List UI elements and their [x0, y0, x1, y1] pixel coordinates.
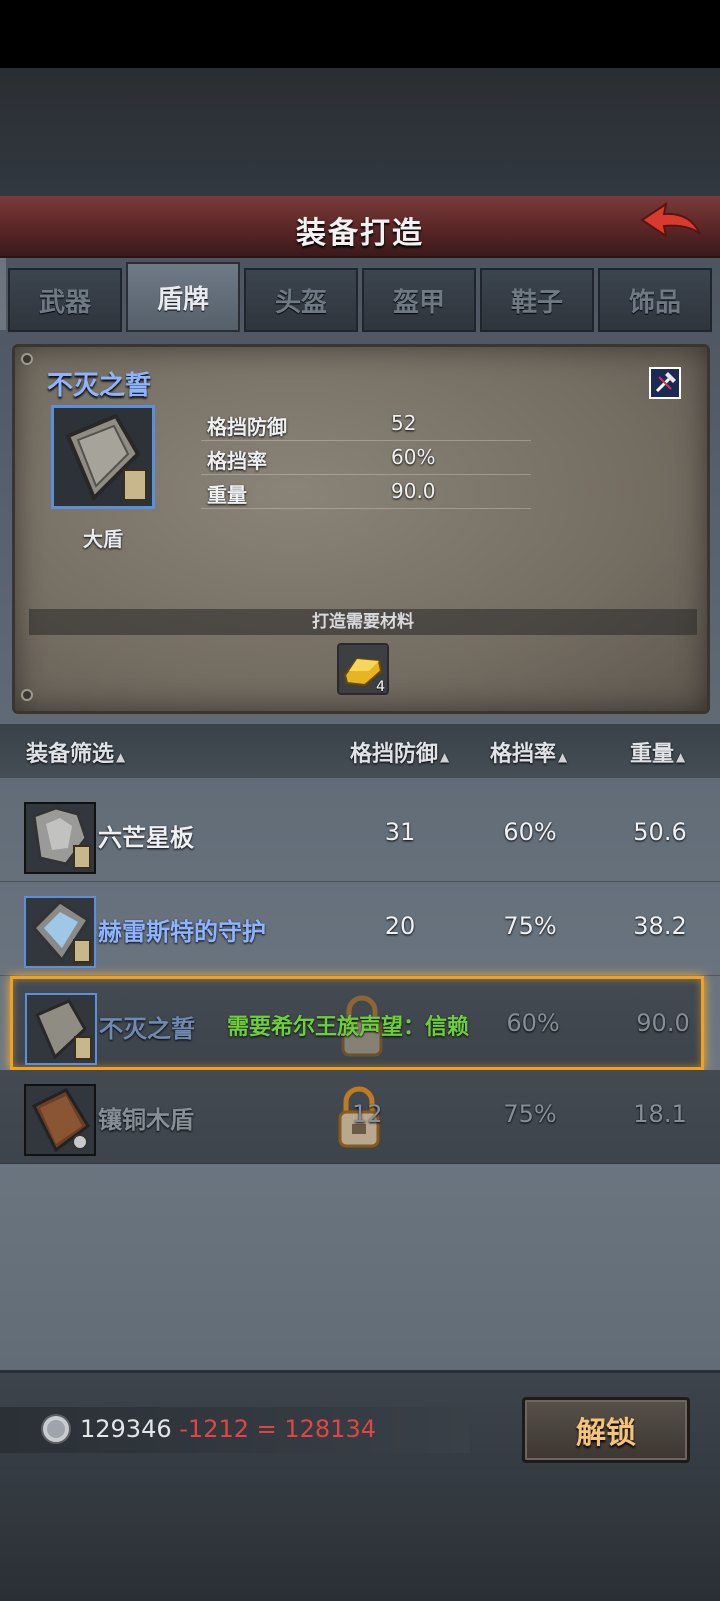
- silver-coin-icon: [41, 1414, 71, 1444]
- list-item-selected[interactable]: 不灭之誓 需要希尔王族声望：信赖 60% 90.0: [10, 976, 704, 1070]
- stat-label: 格挡防御: [207, 415, 287, 439]
- item-block-def: 12: [352, 1100, 383, 1128]
- stat-label: 重量: [207, 483, 247, 507]
- stat-label: 格挡率: [207, 449, 267, 473]
- sort-block-def[interactable]: 格挡防御 ▲: [350, 736, 449, 768]
- currency-cost: -1212 = 128134: [179, 1415, 376, 1443]
- item-weight: 50.6: [633, 818, 687, 846]
- back-arrow-icon[interactable]: [638, 198, 704, 250]
- stat-value: 90.0: [391, 479, 436, 503]
- tab-accessory[interactable]: 饰品: [598, 268, 712, 332]
- materials-header: 打造需要材料: [29, 609, 697, 635]
- item-block-def: 31: [384, 818, 416, 846]
- item-weight: 18.1: [633, 1100, 687, 1128]
- stat-value: 52: [391, 411, 417, 435]
- list-item[interactable]: 六芒星板 31 60% 50.6: [0, 788, 720, 882]
- item-block-rate: 75%: [503, 1100, 557, 1128]
- shield-icon: [24, 896, 96, 968]
- bottom-backdrop: [0, 1470, 720, 1601]
- item-name: 赫雷斯特的守护: [98, 918, 266, 946]
- item-block-def: 20: [384, 912, 416, 940]
- rivet: [21, 689, 33, 701]
- item-type-label: 大盾: [83, 527, 123, 551]
- stat-row-block-def: 格挡防御 52: [201, 407, 531, 441]
- stat-row-weight: 重量 90.0: [201, 475, 531, 509]
- shield-icon: [51, 405, 155, 509]
- item-weight: 38.2: [633, 912, 687, 940]
- currency-current: 129346: [80, 1415, 172, 1443]
- page-title: 装备打造: [296, 216, 424, 251]
- item-name: 六芒星板: [98, 824, 194, 852]
- bottom-bar: 129346 -1212 = 128134 解锁: [0, 1370, 720, 1470]
- currency-text: 129346 -1212 = 128134: [80, 1415, 376, 1443]
- stat-value: 60%: [391, 445, 436, 469]
- category-tabs: 武器 盾牌 头盔 盔甲 鞋子 饰品: [8, 262, 712, 332]
- header-bar: 装备打造: [0, 196, 720, 258]
- item-title: 不灭之誓: [47, 371, 152, 401]
- sort-weight[interactable]: 重量 ▲: [630, 736, 685, 768]
- item-block-rate: 75%: [503, 912, 557, 940]
- currency-bar: 129346 -1212 = 128134: [0, 1407, 470, 1453]
- tab-armor[interactable]: 盔甲: [362, 268, 476, 332]
- detail-card: 不灭之誓 大盾 格挡防御 52 格挡率 60% 重量 90.0 打造需要材料 4: [12, 344, 710, 714]
- list-item[interactable]: 赫雷斯特的守护 20 75% 38.2: [0, 882, 720, 976]
- filter-sort[interactable]: 装备筛选 ▲: [26, 736, 125, 768]
- rivet: [21, 353, 33, 365]
- requirement-text: 需要希尔王族声望：信赖: [227, 1015, 470, 1040]
- material-count: 4: [376, 679, 385, 695]
- hammer-icon[interactable]: [649, 367, 681, 399]
- item-block-rate: 60%: [503, 818, 557, 846]
- tab-weapon[interactable]: 武器: [8, 268, 122, 332]
- item-name: 不灭之誓: [99, 1015, 195, 1043]
- item-block-rate: 60%: [506, 1009, 560, 1037]
- sort-block-rate[interactable]: 格挡率 ▲: [490, 736, 567, 768]
- shield-icon: [24, 802, 96, 874]
- unlock-button[interactable]: 解锁: [522, 1397, 690, 1463]
- item-weight: 90.0: [636, 1009, 690, 1037]
- material-slot[interactable]: 4: [337, 643, 389, 695]
- stat-row-block-rate: 格挡率 60%: [201, 441, 531, 475]
- top-backdrop: [0, 68, 720, 196]
- tab-helmet[interactable]: 头盔: [244, 268, 358, 332]
- list-item[interactable]: 镶铜木盾 12 75% 18.1: [0, 1070, 720, 1164]
- item-name: 镶铜木盾: [98, 1106, 194, 1134]
- shield-icon: [25, 993, 97, 1065]
- list-header: 装备筛选 ▲ 格挡防御 ▲ 格挡率 ▲ 重量 ▲: [0, 724, 720, 778]
- tab-shoes[interactable]: 鞋子: [480, 268, 594, 332]
- shield-icon: [24, 1084, 96, 1156]
- tab-shield[interactable]: 盾牌: [126, 262, 240, 332]
